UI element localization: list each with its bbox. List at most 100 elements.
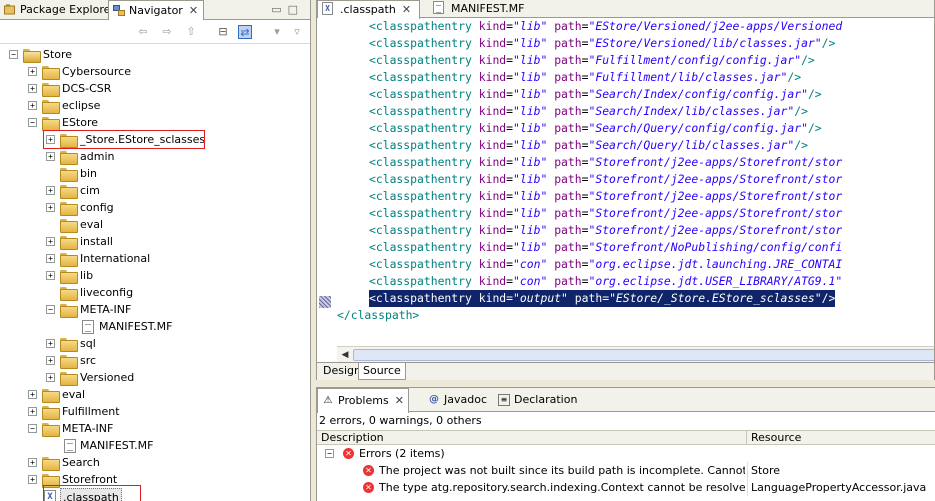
close-icon[interactable]: ✕ [395, 394, 404, 407]
scroll-left-icon[interactable]: ◀ [339, 349, 351, 361]
expand-toggle-icon[interactable]: + [28, 407, 37, 416]
column-header-resource[interactable]: Resource [747, 431, 801, 444]
expand-toggle-icon[interactable]: + [28, 101, 37, 110]
code-line[interactable]: </classpath> [337, 307, 419, 324]
view-menu-icon[interactable]: ▿ [290, 25, 304, 39]
tree-node-label: DCS-CSR [62, 82, 112, 95]
code-area[interactable]: <classpathentry kind="lib" path="EStore/… [337, 18, 934, 348]
problem-row[interactable]: ✕ The type atg.repository.search.indexin… [317, 479, 935, 496]
expand-toggle-icon[interactable]: + [46, 254, 55, 263]
code-line[interactable]: <classpathentry kind="con" path="org.ecl… [369, 273, 842, 290]
code-line[interactable]: <classpathentry kind="lib" path="Search/… [369, 103, 808, 120]
expand-toggle-icon[interactable]: + [28, 475, 37, 484]
expand-toggle-icon[interactable]: + [28, 390, 37, 399]
expand-toggle-icon[interactable]: + [46, 339, 55, 348]
back-arrow-icon[interactable]: ⇦ [136, 25, 150, 39]
tree-node-label: Store [43, 48, 73, 61]
minimize-icon[interactable]: ▭ [271, 3, 287, 16]
collapse-toggle-icon[interactable]: − [9, 50, 18, 59]
horizontal-scrollbar[interactable]: ◀ [337, 346, 934, 362]
column-divider [747, 462, 748, 479]
xml-attribute-value: "Storefront/j2ee-apps/Storefront/stor [588, 172, 843, 186]
code-line[interactable]: <classpathentry kind="lib" path="Storefr… [369, 222, 842, 239]
column-header-description[interactable]: Description [317, 431, 747, 444]
expand-toggle-icon[interactable]: + [46, 186, 55, 195]
expand-toggle-icon[interactable]: + [46, 356, 55, 365]
tab-classpath[interactable]: X .classpath ✕ [317, 0, 420, 19]
close-icon[interactable]: ✕ [402, 3, 411, 16]
tab-declaration[interactable]: ≡ Declaration [494, 388, 577, 412]
code-line[interactable]: <classpathentry kind="lib" path="Search/… [369, 137, 808, 154]
expand-toggle-icon[interactable]: + [28, 458, 37, 467]
maximize-icon[interactable]: □ [288, 3, 304, 16]
code-line[interactable]: <classpathentry kind="lib" path="Storefr… [369, 154, 842, 171]
collapse-toggle-icon[interactable]: − [46, 305, 55, 314]
project-icon [23, 49, 41, 63]
expand-toggle-icon[interactable]: + [28, 67, 37, 76]
folder-icon [42, 389, 60, 403]
expand-toggle-icon[interactable]: + [28, 84, 37, 93]
code-line[interactable]: <classpathentry kind="lib" path="Search/… [369, 120, 822, 137]
code-line[interactable]: <classpathentry kind="lib" path="EStore/… [369, 35, 835, 52]
folder-icon [42, 117, 60, 131]
expand-toggle-icon[interactable]: + [46, 373, 55, 382]
tab-package-explorer[interactable]: Package Explorer [0, 0, 115, 20]
expand-toggle-icon[interactable]: + [46, 237, 55, 246]
xml-tag-end: /> [821, 291, 836, 305]
code-line[interactable]: <classpathentry kind="lib" path="Search/… [369, 86, 822, 103]
xml-attribute-value: "Search/Index/config/config.jar" [588, 87, 808, 101]
tab-manifest[interactable]: MANIFEST.MF [429, 0, 541, 18]
tree-node-label: Versioned [80, 371, 135, 384]
tree-node-label: lib [80, 269, 94, 282]
tree-node-label: admin [80, 150, 115, 163]
up-folder-icon[interactable]: ⇧ [184, 25, 198, 39]
tree-node-label: eval [80, 218, 104, 231]
xml-attribute-name: path [554, 274, 582, 288]
collapse-toggle-icon[interactable]: − [28, 118, 37, 127]
xml-equals: = [506, 257, 514, 271]
xml-tag-end: /> [807, 87, 822, 101]
problem-row[interactable]: ✕ The project was not built since its bu… [317, 462, 935, 479]
xml-attribute-name: path [554, 70, 582, 84]
xml-attribute-name: path [554, 172, 582, 186]
xml-attribute-value: "Storefront/j2ee-apps/Storefront/stor [588, 189, 843, 203]
expand-toggle-icon[interactable]: + [46, 152, 55, 161]
tab-navigator[interactable]: Navigator ✕ [108, 0, 204, 21]
xml-attribute-name: kind [478, 274, 507, 288]
editor-tabs: X .classpath ✕ MANIFEST.MF [317, 0, 934, 19]
tab-source[interactable]: Source [358, 363, 406, 380]
code-line[interactable]: <classpathentry kind="lib" path="EStore/… [369, 18, 842, 35]
code-line[interactable]: <classpathentry kind="lib" path="Storefr… [369, 239, 842, 256]
expand-toggle-icon[interactable]: + [46, 271, 55, 280]
expand-toggle-icon[interactable]: + [46, 203, 55, 212]
xml-attribute-name: kind [478, 172, 507, 186]
code-line[interactable]: <classpathentry kind="lib" path="Storefr… [369, 171, 842, 188]
forward-arrow-icon[interactable]: ⇨ [160, 25, 174, 39]
tab-javadoc[interactable]: @ Javadoc [424, 388, 487, 412]
scrollbar-thumb[interactable] [353, 349, 934, 361]
error-icon: ✕ [363, 465, 374, 476]
xml-tag: <classpathentry [369, 70, 472, 84]
collapse-toggle-icon[interactable]: − [28, 424, 37, 433]
collapse-all-icon[interactable]: ⊟ [216, 25, 230, 39]
problems-group-errors[interactable]: − ✕ Errors (2 items) [317, 445, 935, 462]
filter-icon[interactable]: ▾ [270, 25, 284, 39]
close-icon[interactable]: ✕ [189, 4, 198, 17]
collapse-toggle-icon[interactable]: − [325, 449, 334, 458]
folder-icon [60, 253, 78, 267]
xml-attribute-value: "Storefront/j2ee-apps/Storefront/stor [588, 155, 843, 169]
code-line[interactable]: <classpathentry kind="lib" path="Storefr… [369, 205, 842, 222]
code-line[interactable]: <classpathentry kind="lib" path="Fulfill… [369, 69, 801, 86]
code-line[interactable]: <classpathentry kind="lib" path="Fulfill… [369, 52, 815, 69]
code-line[interactable]: <classpathentry kind="output" path="ESto… [369, 290, 836, 307]
code-line[interactable]: <classpathentry kind="con" path="org.ecl… [369, 256, 842, 273]
link-with-editor-icon[interactable]: ⇄ [238, 25, 252, 39]
problems-icon: ⚠ [323, 395, 333, 406]
code-line[interactable]: <classpathentry kind="lib" path="Storefr… [369, 188, 842, 205]
tab-problems[interactable]: ⚠ Problems ✕ [317, 388, 409, 413]
